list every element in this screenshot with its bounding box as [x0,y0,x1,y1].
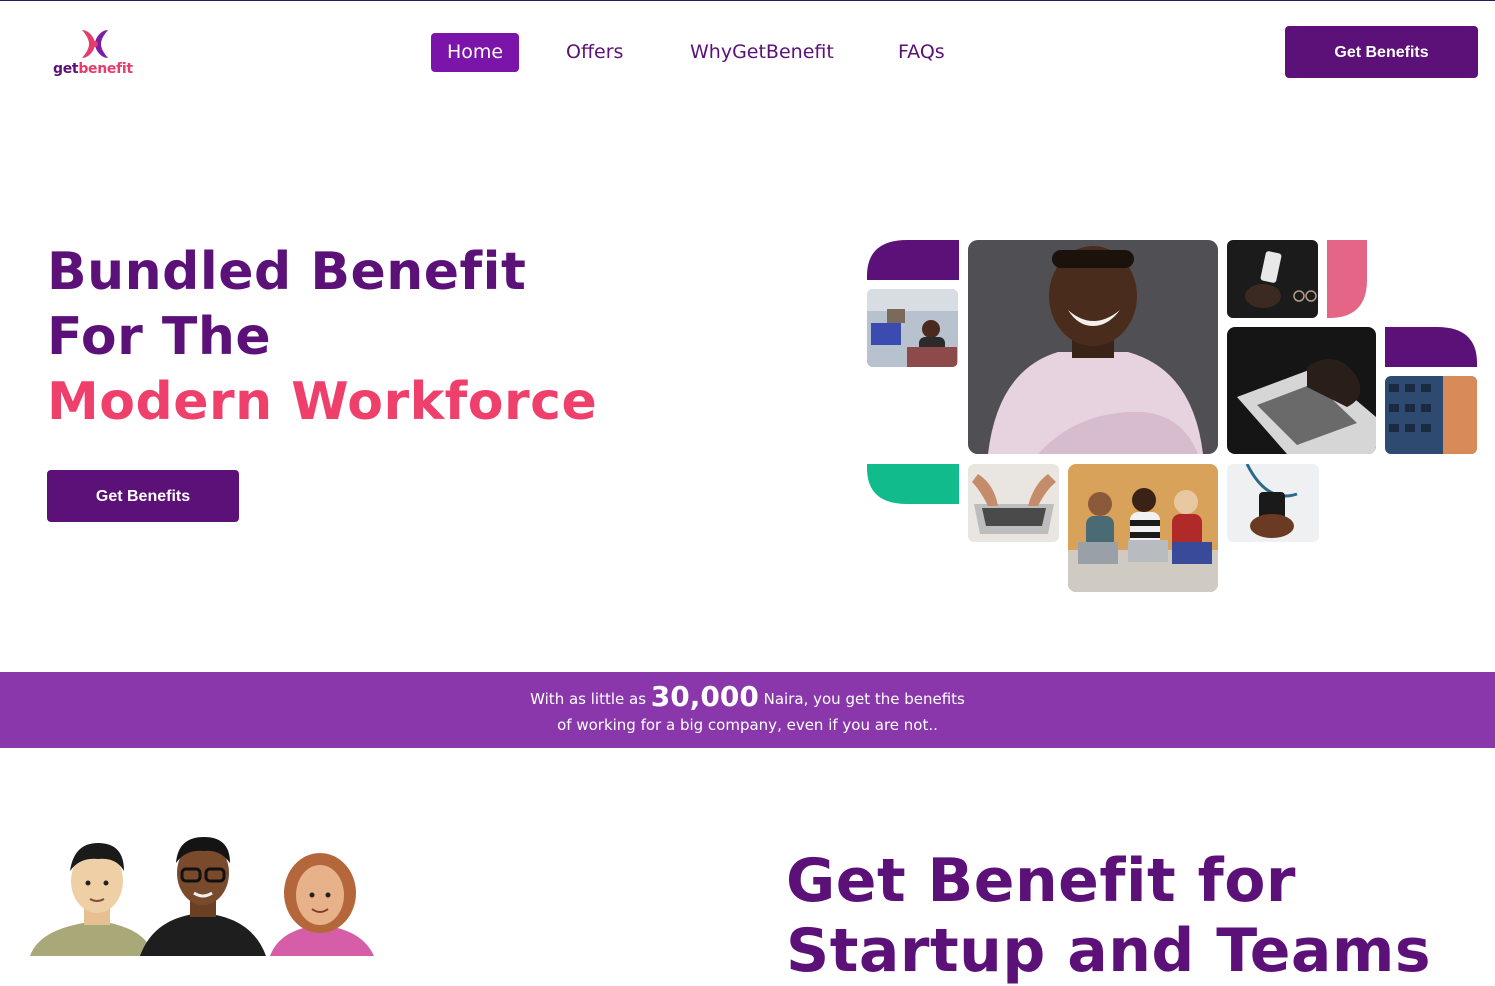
nav-why-getbenefit[interactable]: WhyGetBenefit [690,33,834,72]
decor-purple-shape-right [1385,327,1477,367]
hero-heading-line3: Modern Workforce [47,372,598,432]
hero-heading-line2: For The [47,307,272,367]
header-get-benefits-button[interactable]: Get Benefits [1285,26,1478,78]
logo-mark-icon [82,30,108,58]
top-border [0,0,1495,1]
section-heading-line1: Get Benefit for [786,846,1296,916]
nav-offers[interactable]: Offers [566,33,623,72]
decor-purple-shape [867,240,959,280]
pricing-banner: With as little as 30,000 Naira, you get … [0,672,1495,748]
office-photo [867,289,958,367]
logo-wordmark: getbenefit [53,61,133,77]
section-heading-line2: Startup and Teams [786,916,1432,986]
team-photo [1068,464,1218,592]
decor-green-shape [867,464,959,504]
banner-amount: 30,000 [650,680,759,713]
decor-pink-shape [1327,240,1367,318]
logo[interactable]: getbenefit [53,28,137,80]
nav-home[interactable]: Home [431,33,520,72]
phone-photo [1227,240,1318,318]
hands-laptop-photo [968,464,1059,542]
hero-get-benefits-button[interactable]: Get Benefits [47,470,239,522]
laptop-typing-photo [1227,327,1376,454]
banner-line2: of working for a big company, even if yo… [557,716,938,734]
team-avatars-illustration [30,835,390,956]
banner-suffix: Naira, you get the benefits [763,690,965,708]
man-portrait-photo [968,240,1218,454]
banner-line1: With as little as 30,000 Naira, you get … [0,680,1495,713]
nav-faqs[interactable]: FAQs [898,33,945,72]
doctor-phone-photo [1227,464,1319,542]
banner-prefix: With as little as [530,690,647,708]
hero-heading-line1: Bundled Benefit [47,242,527,302]
building-photo [1385,376,1477,454]
